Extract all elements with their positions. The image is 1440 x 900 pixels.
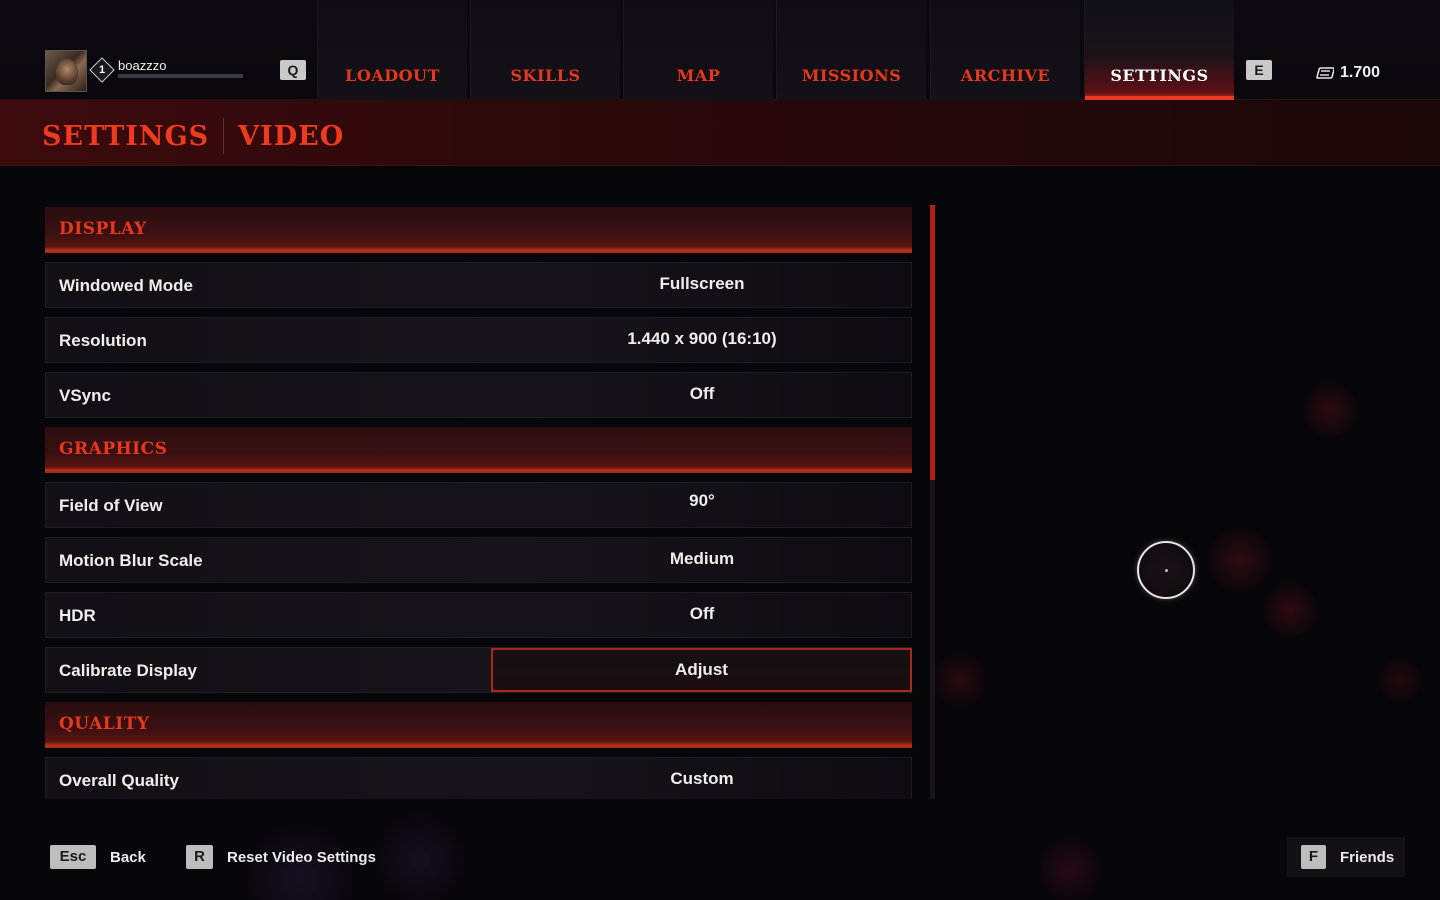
top-navigation-bar: 1 boazzzo Q LOADOUT SKILLS MAP MISSIONS … [0, 0, 1440, 100]
friends-label: Friends [1340, 848, 1395, 866]
adjust-button-label: Adjust [675, 660, 728, 679]
player-avatar[interactable] [45, 50, 87, 92]
setting-row-windowed-mode[interactable]: Windowed Mode Fullscreen [45, 262, 912, 308]
currency-display: 1.700 [1316, 64, 1380, 82]
setting-label: VSync [59, 386, 111, 405]
tab-skills[interactable]: SKILLS [470, 0, 620, 100]
tab-label: MAP [676, 66, 721, 85]
xp-progress-bar [118, 74, 243, 78]
tab-archive[interactable]: ARCHIVE [930, 0, 1080, 100]
section-title: DISPLAY [59, 219, 147, 239]
friends-button[interactable]: F Friends [1287, 837, 1405, 877]
tab-label: ARCHIVE [960, 66, 1051, 85]
setting-label: Calibrate Display [59, 661, 197, 680]
setting-row-overall-quality[interactable]: Overall Quality Custom [45, 757, 912, 799]
setting-row-hdr[interactable]: HDR Off [45, 592, 912, 638]
setting-row-calibrate-display[interactable]: Calibrate Display Adjust [45, 647, 912, 693]
next-tab-key[interactable]: E [1246, 60, 1272, 80]
page-title: SETTINGS VIDEO [42, 118, 344, 154]
cursor-dot [1165, 569, 1168, 572]
setting-label: Resolution [59, 331, 147, 350]
setting-row-vsync[interactable]: VSync Off [45, 372, 912, 418]
section-header-display: DISPLAY [45, 207, 912, 253]
setting-row-resolution[interactable]: Resolution 1.440 x 900 (16:10) [45, 317, 912, 363]
currency-icon [1316, 67, 1334, 79]
setting-value[interactable]: Fullscreen [492, 274, 912, 294]
setting-label: Windowed Mode [59, 276, 193, 295]
r-key: R [186, 845, 213, 869]
tab-settings[interactable]: SETTINGS [1084, 0, 1234, 100]
currency-amount: 1.700 [1340, 64, 1381, 81]
setting-row-field-of-view[interactable]: Field of View 90° [45, 482, 912, 528]
setting-value[interactable]: 1.440 x 900 (16:10) [492, 329, 912, 349]
tab-label: SKILLS [510, 66, 581, 85]
adjust-button[interactable]: Adjust [491, 648, 912, 692]
section-header-quality: QUALITY [45, 702, 912, 748]
tab-map[interactable]: MAP [623, 0, 773, 100]
section-title: QUALITY [59, 714, 150, 734]
tab-label: MISSIONS [801, 66, 902, 85]
reset-label: Reset Video Settings [227, 848, 376, 866]
setting-value[interactable]: 90° [492, 491, 912, 511]
tab-label: LOADOUT [345, 66, 440, 85]
setting-row-motion-blur[interactable]: Motion Blur Scale Medium [45, 537, 912, 583]
setting-label: HDR [59, 606, 96, 625]
player-level: 1 [98, 64, 106, 76]
settings-list: DISPLAY Windowed Mode Fullscreen Resolut… [45, 207, 912, 799]
setting-value[interactable]: Off [492, 604, 912, 624]
player-username: boazzzo [118, 58, 167, 73]
setting-label: Overall Quality [59, 771, 179, 790]
section-header-graphics: GRAPHICS [45, 427, 912, 473]
tab-missions[interactable]: MISSIONS [776, 0, 926, 100]
back-label: Back [110, 848, 146, 866]
prev-tab-key[interactable]: Q [280, 60, 306, 80]
setting-value[interactable]: Off [492, 384, 912, 404]
back-hint[interactable]: Esc Back [50, 845, 146, 869]
cursor-icon [1137, 541, 1195, 599]
f-key: F [1301, 845, 1326, 869]
page-title-main: SETTINGS [42, 120, 210, 152]
setting-value[interactable]: Custom [492, 769, 912, 789]
section-title: GRAPHICS [59, 439, 168, 459]
page-title-sub: VIDEO [238, 120, 345, 152]
setting-value[interactable]: Medium [492, 549, 912, 569]
scrollbar-thumb[interactable] [930, 205, 935, 480]
tab-loadout[interactable]: LOADOUT [317, 0, 467, 100]
esc-key: Esc [50, 845, 96, 869]
setting-label: Motion Blur Scale [59, 551, 203, 570]
reset-video-settings-hint[interactable]: R Reset Video Settings [186, 845, 376, 869]
setting-label: Field of View [59, 496, 163, 515]
title-divider [223, 118, 225, 154]
tab-label: SETTINGS [1110, 66, 1209, 85]
scrollbar[interactable] [930, 205, 935, 799]
